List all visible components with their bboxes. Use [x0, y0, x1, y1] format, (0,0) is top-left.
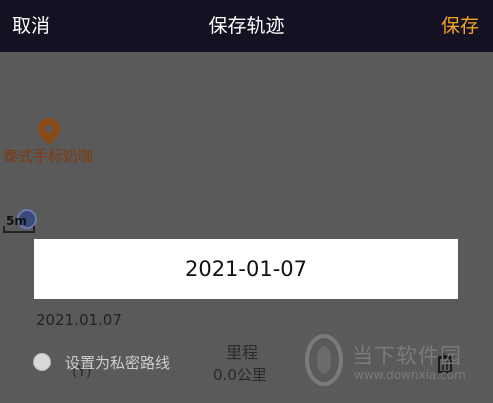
date-dialog[interactable]: 2021-01-07 — [34, 239, 458, 299]
watermark-url: www.downxia.com — [354, 368, 466, 382]
scale-label: 5m — [6, 214, 27, 228]
scale-tick-right — [33, 226, 35, 233]
top-bar: 取消 保存轨迹 保存 — [0, 0, 493, 52]
private-radio[interactable] — [33, 353, 51, 371]
private-route-label: 设置为私密路线 — [65, 353, 171, 372]
poi-label: 泰式手标奶咖 — [3, 147, 94, 165]
private-route-toggle[interactable]: 设置为私密路线 — [33, 352, 170, 372]
date-dialog-text: 2021-01-07 — [184, 257, 308, 281]
scale-tick-left — [3, 226, 5, 233]
mileage-title: 里程 — [226, 343, 259, 362]
track-date: 2021.01.07 — [36, 311, 122, 329]
save-button[interactable]: 保存 — [441, 11, 479, 38]
watermark-title: 当下软件园 — [352, 344, 462, 368]
mileage-value: 0.0公里 — [213, 366, 267, 384]
watermark-logo-icon — [305, 334, 343, 386]
scale-bar — [3, 231, 35, 233]
page-title: 保存轨迹 — [208, 15, 285, 37]
